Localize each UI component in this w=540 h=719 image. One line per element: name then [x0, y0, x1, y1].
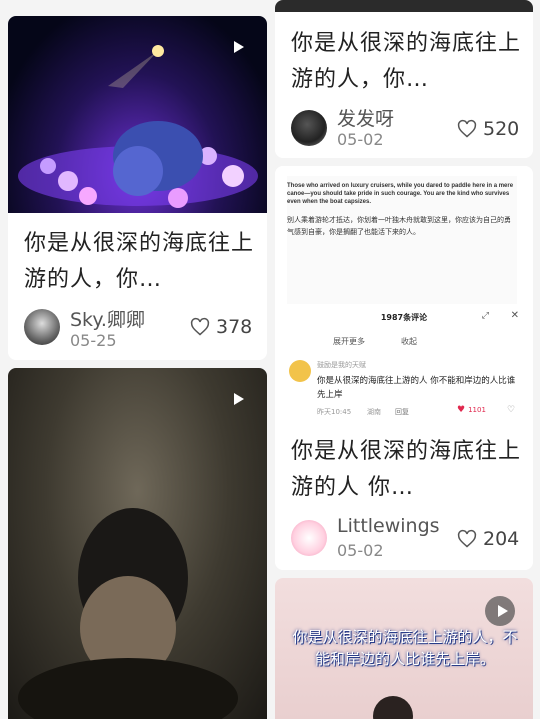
- post-card[interactable]: Those who arrived on luxury cruisers, wh…: [275, 166, 533, 570]
- play-icon: [491, 600, 513, 622]
- post-thumbnail[interactable]: [275, 0, 533, 12]
- quote-english: Those who arrived on luxury cruisers, wh…: [287, 183, 514, 205]
- quote-chinese: 别人乘着游轮才抵达，你划着一叶独木舟就敢到这里，你应该为自己的勇气感到自豪，你是…: [287, 216, 511, 236]
- author-name[interactable]: Sky.卿卿: [70, 305, 145, 332]
- comment-like-count: 1101: [468, 406, 486, 414]
- post-card[interactable]: 你是从很深的海底往上游的人，你… Sky.卿卿 05-25 378: [8, 16, 267, 360]
- like-count: 204: [483, 528, 520, 550]
- post-thumbnail[interactable]: [8, 368, 267, 719]
- avatar[interactable]: [291, 520, 327, 556]
- author-name[interactable]: 发发呀: [337, 104, 394, 131]
- post-title[interactable]: 你是从很深的海底往上游的人，你…: [291, 26, 521, 98]
- post-date: 05-02: [337, 130, 384, 149]
- avatar[interactable]: [291, 110, 327, 146]
- like-button[interactable]: 520: [457, 118, 519, 140]
- comment-time: 昨天10:45: [317, 408, 352, 416]
- commenter-avatar: [289, 360, 311, 382]
- post-thumbnail[interactable]: 你是从很深的海底往上游的人，不能和岸边的人比谁先上岸。: [275, 578, 533, 719]
- commenter-name: 鼓励是我的天赋: [317, 361, 366, 369]
- comment-location: 湖南: [367, 408, 381, 416]
- like-count: 520: [483, 118, 520, 140]
- comments-header: 1987条评论: [380, 313, 428, 322]
- like-button[interactable]: 204: [457, 528, 519, 550]
- like-count: 378: [216, 316, 253, 338]
- post-thumbnail[interactable]: [8, 16, 267, 213]
- post-title[interactable]: 你是从很深的海底往上游的人 你…: [291, 434, 521, 506]
- quote-text-block: Those who arrived on luxury cruisers, wh…: [287, 176, 517, 304]
- post-date: 05-25: [70, 331, 117, 350]
- play-icon[interactable]: [227, 388, 249, 410]
- heart-filled-icon: ♥: [457, 405, 466, 415]
- play-button[interactable]: [485, 596, 515, 626]
- reply-link[interactable]: 回复: [395, 407, 409, 417]
- collapse-link[interactable]: 收起: [401, 336, 417, 347]
- post-card[interactable]: [8, 368, 267, 719]
- post-thumbnail[interactable]: Those who arrived on luxury cruisers, wh…: [275, 166, 533, 430]
- like-button[interactable]: 378: [190, 316, 252, 338]
- post-card[interactable]: 你是从很深的海底往上游的人，不能和岸边的人比谁先上岸。: [275, 578, 533, 719]
- heart-icon: [457, 119, 477, 138]
- feed-grid: 你是从很深的海底往上游的人，你… Sky.卿卿 05-25 378 你是从很深的…: [0, 0, 540, 719]
- comment-like[interactable]: ♥ 1101: [457, 405, 486, 415]
- dislike-icon[interactable]: ♡: [507, 405, 515, 415]
- video-frame-image: [18, 508, 238, 719]
- close-icon[interactable]: ✕: [511, 310, 519, 321]
- heart-icon: [457, 529, 477, 548]
- person-silhouette: [373, 696, 413, 719]
- post-title[interactable]: 你是从很深的海底往上游的人，你…: [24, 226, 255, 298]
- collapse-icon[interactable]: ⤢: [482, 311, 489, 321]
- expand-more-link[interactable]: 展开更多: [333, 336, 365, 347]
- heart-icon: [190, 317, 210, 336]
- comment-text: 你是从很深的海底往上游的人 你不能和岸边的人比谁先上岸: [317, 376, 516, 400]
- post-date: 05-02: [337, 541, 384, 560]
- author-name[interactable]: Littlewings: [337, 515, 440, 537]
- play-icon[interactable]: [227, 36, 249, 58]
- video-caption: 你是从很深的海底往上游的人，不能和岸边的人比谁先上岸。: [292, 628, 518, 668]
- avatar[interactable]: [24, 309, 60, 345]
- post-card[interactable]: 你是从很深的海底往上游的人，你… 发发呀 05-02 520: [275, 0, 533, 158]
